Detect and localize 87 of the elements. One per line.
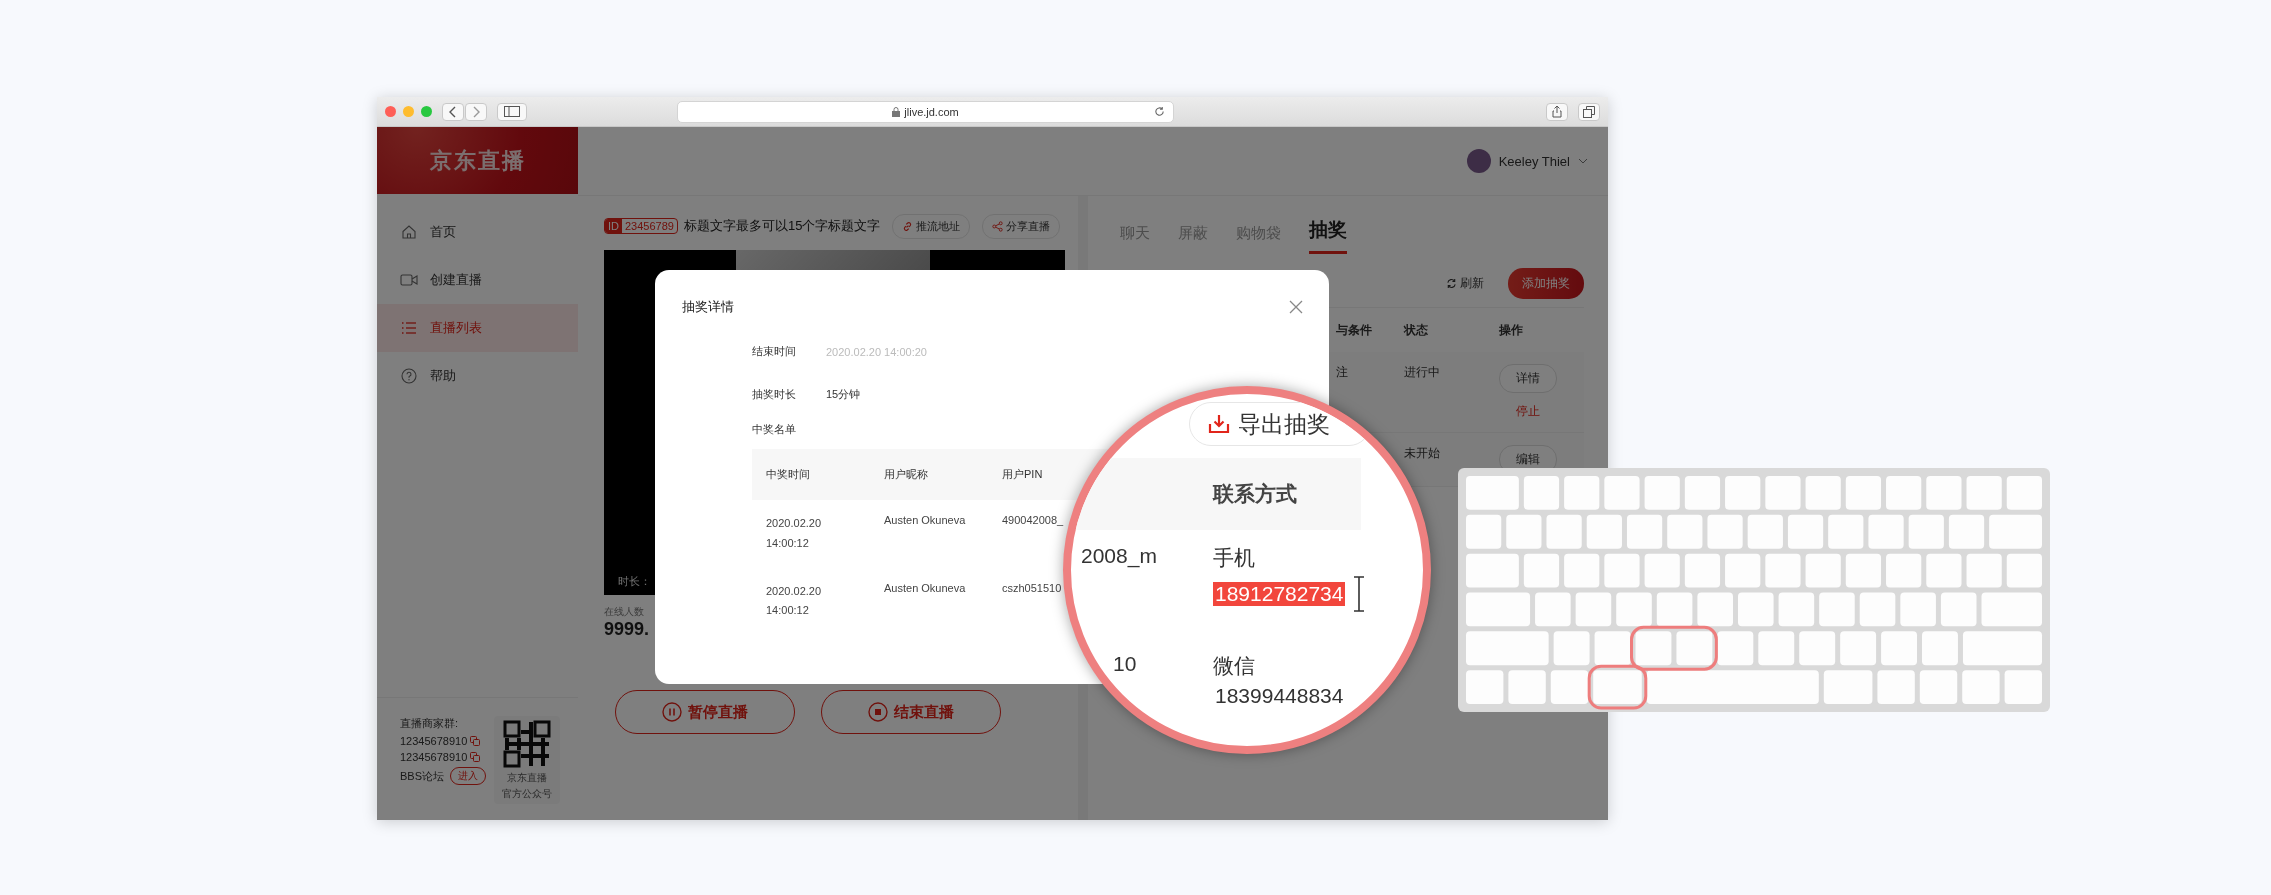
copy-icon[interactable]	[470, 752, 481, 762]
table-cell: 490042008_	[1002, 514, 1064, 526]
refresh-button[interactable]: 刷新	[1440, 274, 1490, 293]
table-cell-text: 2020.02.20 14:00:12	[766, 516, 823, 551]
field-value: 15分钟	[826, 387, 861, 402]
group-number: 12345678910	[400, 735, 468, 747]
avatar[interactable]	[1466, 149, 1491, 173]
column-header: 用户PIN	[1002, 467, 1044, 482]
winners-label: 中奖名单	[752, 422, 797, 437]
qr-caption: 京东直播	[507, 771, 547, 784]
column-header: 用户昵称	[884, 467, 929, 482]
chevron-left-icon	[449, 105, 457, 118]
sidebar-toggle-button[interactable]	[497, 102, 527, 121]
field-value: 2020.02.20 14:00:20	[826, 345, 927, 358]
table-cell: cszh051510	[1002, 581, 1062, 594]
chevron-right-icon	[472, 105, 480, 118]
modal-title: 抽奖详情	[682, 298, 734, 316]
home-icon	[400, 224, 418, 240]
pause-icon	[662, 702, 682, 722]
nav-item[interactable]: 首页	[377, 208, 578, 256]
field-label: 结束时间	[752, 344, 797, 359]
close-icon[interactable]	[1289, 300, 1303, 314]
stop-link[interactable]: 停止	[1499, 403, 1557, 420]
pause-stream-button[interactable]: 暂停直播	[615, 690, 795, 734]
stop-icon	[868, 702, 888, 722]
reload-icon[interactable]	[1154, 106, 1165, 117]
copy-icon[interactable]	[470, 736, 481, 746]
zoom-window-icon[interactable]	[421, 106, 432, 117]
tabs-button[interactable]	[1578, 102, 1600, 121]
end-stream-button[interactable]: 结束直播	[821, 690, 1001, 734]
online-label: 在线人数	[604, 605, 644, 619]
add-lottery-button[interactable]: 添加抽奖	[1508, 268, 1584, 299]
contact-type: 手机	[1213, 545, 1256, 571]
column-header: 联系方式	[1213, 481, 1297, 507]
contact-type: 微信	[1213, 653, 1256, 679]
share-button[interactable]	[1546, 102, 1568, 121]
push-url-button[interactable]: 推流地址	[892, 213, 971, 239]
tabs-icon	[1583, 105, 1595, 118]
lock-icon	[892, 106, 901, 117]
status-cell: 进行中	[1404, 365, 1440, 379]
column-header: 与条件	[1335, 321, 1373, 339]
nav-item[interactable]: 帮助	[377, 352, 578, 400]
address-bar[interactable]: jlive.jd.com	[677, 100, 1174, 123]
chevron-down-icon[interactable]	[1578, 158, 1588, 164]
table-cell: 注	[1336, 365, 1348, 379]
column-header: 中奖时间	[766, 467, 811, 482]
share-icon	[992, 220, 1004, 232]
help-icon	[400, 368, 418, 384]
share-stream-button[interactable]: 分享直播	[982, 213, 1061, 239]
url-text: jlive.jd.com	[904, 105, 959, 118]
list-icon	[400, 321, 418, 335]
video-camera-icon	[400, 273, 418, 287]
table-cell-text: 2008_m	[1080, 544, 1158, 570]
status-cell: 未开始	[1404, 446, 1440, 460]
text-cursor-icon	[1353, 576, 1366, 612]
link-icon	[902, 220, 914, 232]
table-cell: Austen Okuneva	[884, 514, 966, 526]
back-button[interactable]	[442, 102, 464, 121]
online-count: 9999.	[604, 619, 650, 640]
qr-code-drawing	[503, 720, 551, 768]
contact-number: 18912782734	[1213, 582, 1346, 606]
brand-logo[interactable]: 京东直播	[377, 127, 578, 194]
refresh-icon	[1446, 278, 1457, 289]
table-cell: Austen Okuneva	[884, 581, 966, 594]
user-name[interactable]: Keeley Thiel	[1498, 153, 1570, 169]
tab[interactable]: 抽奖	[1309, 217, 1347, 254]
stream-title: 标题文字最多可以15个字标题文字	[683, 217, 881, 235]
nav-item[interactable]: 创建直播	[377, 256, 578, 304]
row-action-button[interactable]: 详情	[1499, 364, 1557, 393]
merchant-group-label: 直播商家群:	[400, 716, 460, 731]
forum-label: BBS论坛	[400, 768, 444, 784]
download-icon	[1208, 414, 1230, 434]
contact-number: 18399448834	[1214, 684, 1345, 708]
field-label: 抽奖时长	[752, 387, 797, 402]
table-cell-text: 2020.02.20 14:00:12	[766, 583, 823, 619]
close-window-icon[interactable]	[385, 106, 396, 117]
nav-item[interactable]: 直播列表	[377, 304, 578, 352]
duration-label: 时长：	[618, 574, 651, 589]
table-cell-text: 10	[1112, 652, 1138, 677]
qr-caption: 官方公众号	[502, 787, 552, 800]
share-icon	[1552, 105, 1562, 118]
id-badge: ID 23456789	[604, 218, 678, 234]
column-header: 操作	[1498, 321, 1524, 339]
sidebar-icon	[504, 106, 520, 117]
column-header: 状态	[1402, 321, 1429, 339]
enter-button[interactable]: 进入	[450, 767, 486, 785]
group-number: 12345678910	[400, 751, 468, 763]
